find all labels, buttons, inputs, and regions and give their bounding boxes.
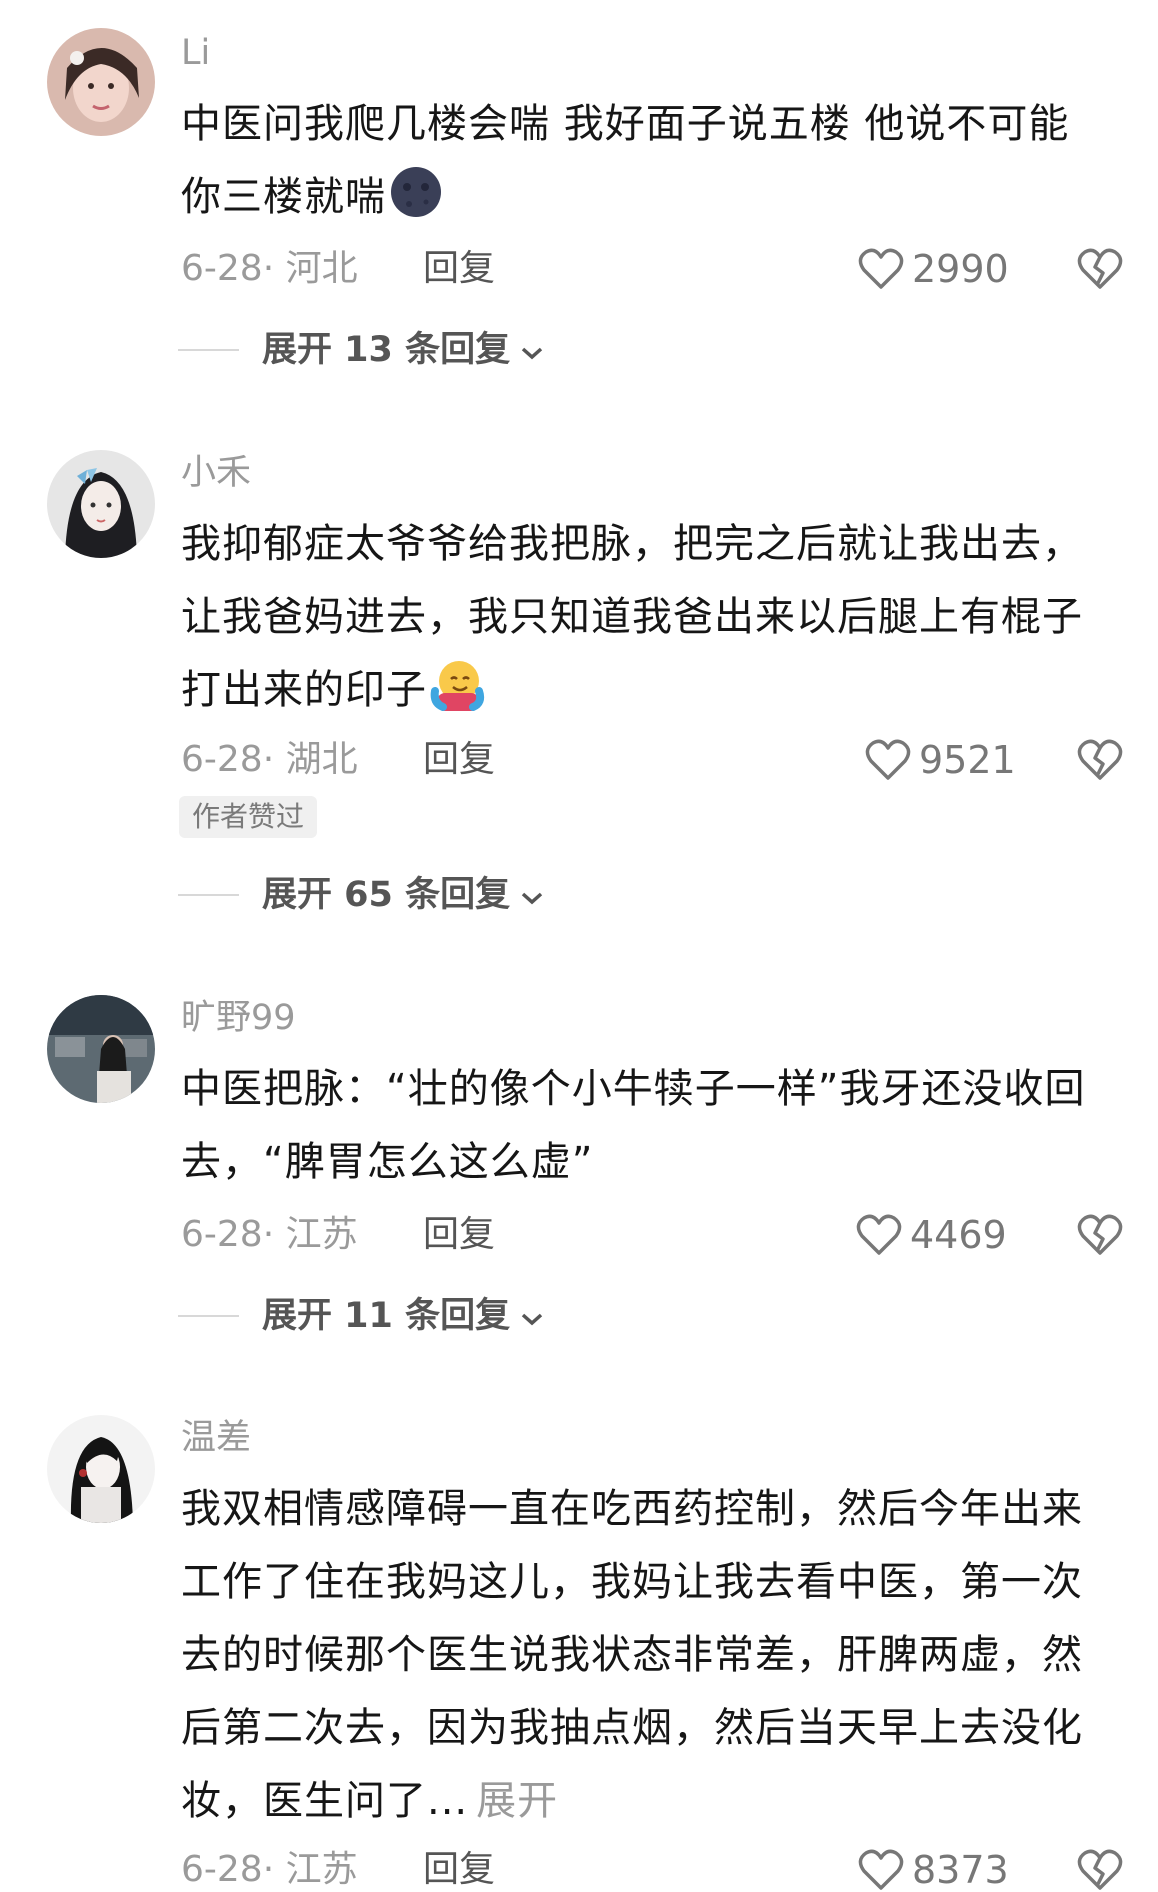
comment-text-content: 中医问我爬几楼会喘 我好面子说五楼 他说不可能 你三楼就喘 (181, 101, 1070, 220)
broken-heart-icon (1077, 738, 1123, 782)
broken-heart-icon (1077, 1848, 1123, 1892)
dislike-button[interactable] (1077, 247, 1123, 291)
chevron-down-icon (520, 330, 544, 370)
like-button[interactable]: 8373 (858, 1848, 1009, 1892)
comment-text: 我抑郁症太爷爷给我把脉，把完之后就让我出去，让我爸妈进去，我只知道我爸出来以后腿… (181, 508, 1111, 727)
reply-button[interactable]: 回复 (423, 740, 495, 780)
divider (178, 1315, 239, 1317)
username[interactable]: Li (181, 33, 210, 73)
username[interactable]: 小禾 (181, 453, 251, 493)
like-button[interactable]: 4469 (856, 1213, 1007, 1257)
username[interactable]: 温差 (181, 1418, 251, 1458)
heart-outline-icon (856, 1213, 902, 1257)
expand-replies-button[interactable]: 展开 11 条回复 (178, 1296, 544, 1336)
broken-heart-icon (1077, 247, 1123, 291)
comment-text: 中医问我爬几楼会喘 我好面子说五楼 他说不可能 你三楼就喘 (181, 88, 1111, 234)
comment-text-content: 我双相情感障碍一直在吃西药控制，然后今年出来工作了住在我妈这儿，我妈让我去看中医… (181, 1486, 1083, 1824)
username[interactable]: 旷野99 (181, 998, 296, 1038)
comment-text: 我双相情感障碍一直在吃西药控制，然后今年出来工作了住在我妈这儿，我妈让我去看中医… (181, 1473, 1111, 1838)
comment-date-location: 6-28· 湖北 (181, 739, 358, 780)
avatar[interactable] (47, 995, 155, 1103)
reply-button[interactable]: 回复 (423, 1850, 495, 1890)
reply-button[interactable]: 回复 (423, 249, 495, 289)
divider (178, 349, 239, 351)
like-count: 8373 (912, 1848, 1009, 1892)
comment-date-location: 6-28· 江苏 (181, 1849, 358, 1890)
expand-replies-label: 展开 11 条回复 (262, 1296, 511, 1336)
comment-text-content: 我抑郁症太爷爷给我把脉，把完之后就让我出去，让我爸妈进去，我只知道我爸出来以后腿… (181, 521, 1083, 713)
hugging-face-icon (429, 657, 485, 713)
reply-button[interactable]: 回复 (423, 1215, 495, 1255)
avatar[interactable] (47, 28, 155, 136)
expand-text-link[interactable]: 展开 (476, 1778, 558, 1824)
like-count: 9521 (919, 738, 1016, 782)
like-button[interactable]: 2990 (858, 247, 1009, 291)
comment-text-content: 中医把脉：“壮的像个小牛犊子一样”我牙还没收回去，“脾胃怎么这么虚” (181, 1066, 1086, 1185)
expand-replies-label: 展开 13 条回复 (262, 330, 511, 370)
avatar[interactable] (47, 450, 155, 558)
comment-date-location: 6-28· 河北 (181, 248, 358, 289)
dislike-button[interactable] (1077, 1848, 1123, 1892)
author-liked-badge: 作者赞过 (179, 796, 318, 838)
new-moon-face-icon (388, 164, 444, 220)
chevron-down-icon (520, 875, 544, 915)
heart-outline-icon (865, 738, 911, 782)
comment-date-location: 6-28· 江苏 (181, 1214, 358, 1255)
broken-heart-icon (1077, 1213, 1123, 1257)
avatar[interactable] (47, 1415, 155, 1523)
like-button[interactable]: 9521 (865, 738, 1016, 782)
expand-replies-button[interactable]: 展开 65 条回复 (178, 875, 544, 915)
divider (178, 894, 239, 896)
expand-replies-label: 展开 65 条回复 (262, 875, 511, 915)
heart-outline-icon (858, 1848, 904, 1892)
expand-replies-button[interactable]: 展开 13 条回复 (178, 330, 544, 370)
comment-text: 中医把脉：“壮的像个小牛犊子一样”我牙还没收回去，“脾胃怎么这么虚” (181, 1053, 1111, 1199)
like-count: 2990 (912, 247, 1009, 291)
chevron-down-icon (520, 1296, 544, 1336)
like-count: 4469 (910, 1213, 1007, 1257)
heart-outline-icon (858, 247, 904, 291)
dislike-button[interactable] (1077, 738, 1123, 782)
dislike-button[interactable] (1077, 1213, 1123, 1257)
